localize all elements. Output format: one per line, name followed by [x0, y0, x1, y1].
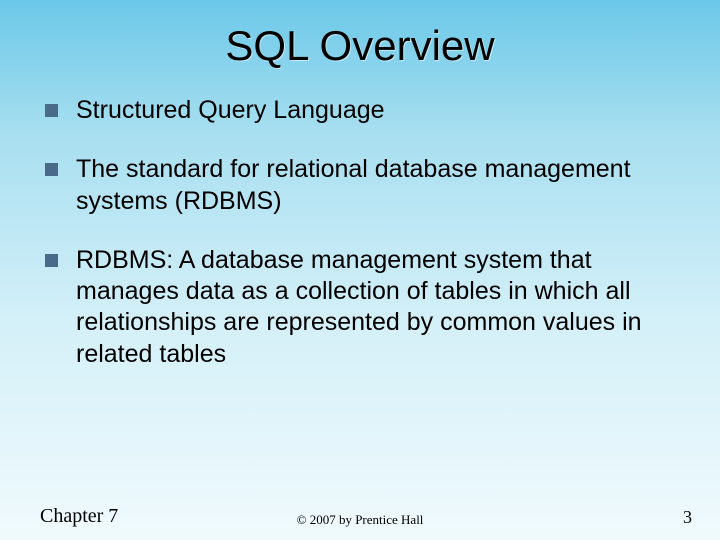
- square-bullet-icon: [45, 163, 58, 176]
- chapter-label: Chapter 7: [40, 505, 118, 528]
- copyright-label: © 2007 by Prentice Hall: [297, 512, 424, 528]
- slide-content: Structured Query Language The standard f…: [0, 80, 720, 370]
- bullet-text: RDBMS: A database management system that…: [76, 245, 675, 370]
- page-number: 3: [683, 507, 692, 528]
- bullet-item: Structured Query Language: [45, 95, 675, 126]
- square-bullet-icon: [45, 254, 58, 267]
- bullet-item: RDBMS: A database management system that…: [45, 245, 675, 370]
- bullet-item: The standard for relational database man…: [45, 154, 675, 217]
- bullet-text: Structured Query Language: [76, 95, 385, 126]
- square-bullet-icon: [45, 104, 58, 117]
- bullet-text: The standard for relational database man…: [76, 154, 675, 217]
- slide-title: SQL Overview: [0, 0, 720, 80]
- slide-footer: Chapter 7 © 2007 by Prentice Hall 3: [0, 505, 720, 528]
- slide: SQL Overview Structured Query Language T…: [0, 0, 720, 540]
